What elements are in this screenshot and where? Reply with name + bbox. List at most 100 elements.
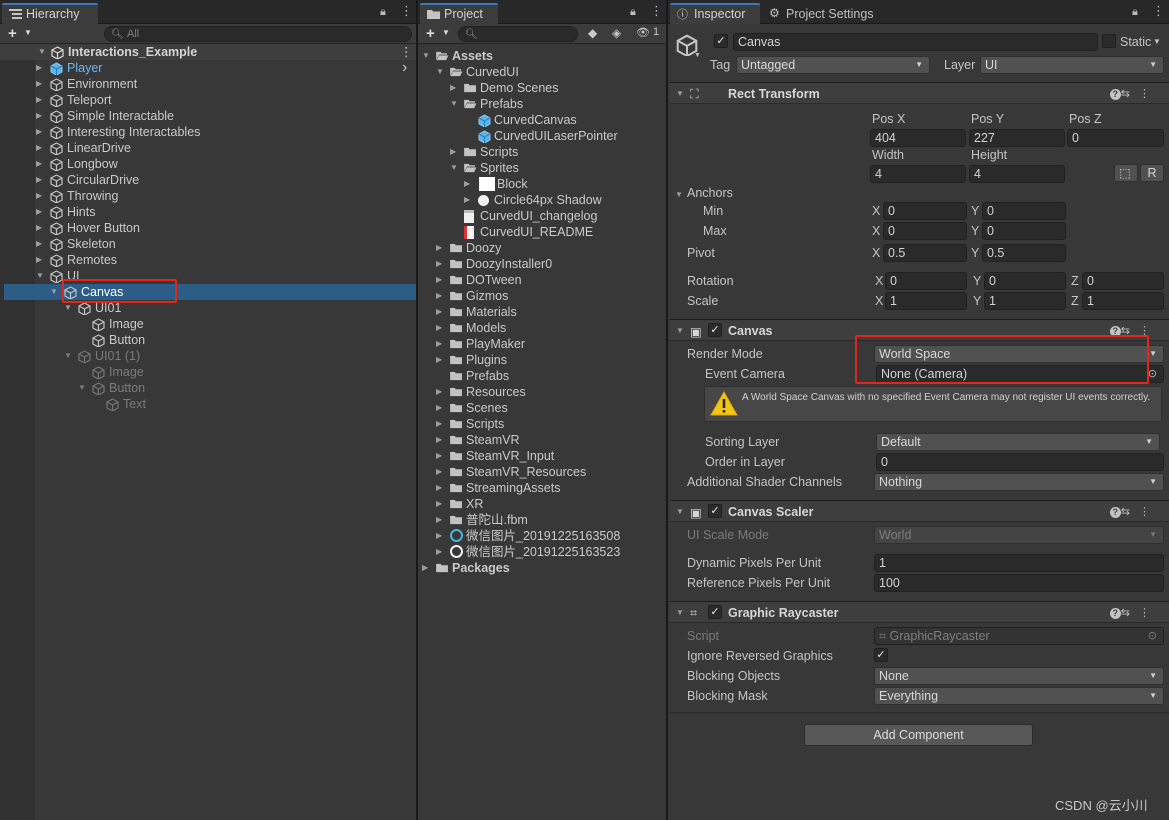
canvas-enabled-checkbox[interactable]: ✓ — [708, 323, 722, 337]
project-item[interactable]: CurvedUI_README — [418, 224, 666, 240]
blocking-objects-dropdown[interactable]: None ▼ — [874, 667, 1164, 685]
dynamic-pixels-field[interactable]: 1 — [874, 554, 1164, 572]
raycaster-enabled-checkbox[interactable]: ✓ — [708, 605, 722, 619]
expand-arrow-icon[interactable]: ▶ — [36, 92, 42, 108]
scene-row[interactable]: ▼ Interactions_Example ⋮ — [0, 44, 416, 60]
ignore-reversed-checkbox[interactable]: ✓ — [874, 648, 888, 662]
order-in-layer-field[interactable]: 0 — [876, 453, 1164, 471]
expand-arrow-icon[interactable]: ▼ — [78, 380, 86, 396]
project-item[interactable]: ▶ Gizmos — [418, 288, 666, 304]
hierarchy-item[interactable]: ▶ Hints — [0, 204, 416, 220]
hierarchy-item[interactable]: ▶ LinearDrive — [0, 140, 416, 156]
expand-arrow-icon[interactable]: ▼ — [36, 268, 44, 284]
expand-arrow-icon[interactable]: ▶ — [36, 124, 42, 140]
project-item[interactable]: ▶ XR — [418, 496, 666, 512]
filter-label-icon[interactable]: ◈ — [612, 26, 621, 40]
expand-arrow-icon[interactable]: ▶ — [422, 560, 428, 576]
expand-arrow-icon[interactable]: ▶ — [450, 80, 456, 96]
help-icon[interactable]: ? — [1109, 608, 1121, 619]
expand-arrow-icon[interactable]: ▼ — [50, 284, 58, 300]
hierarchy-item[interactable]: ▶ Environment — [0, 76, 416, 92]
scale-z-field[interactable]: 1 — [1082, 292, 1164, 310]
canvas-scaler-enabled-checkbox[interactable]: ✓ — [708, 504, 722, 518]
graphic-raycaster-header[interactable]: ▼ ⌗ ✓ Graphic Raycaster ? ⇆⋮ — [670, 601, 1169, 623]
component-header-icons[interactable]: ? ⇆⋮ — [1109, 606, 1159, 619]
hierarchy-item[interactable]: ▶ Player › — [0, 60, 416, 76]
expand-arrow-icon[interactable]: ▶ — [36, 76, 42, 92]
add-icon[interactable]: + — [426, 25, 435, 42]
hierarchy-item[interactable]: Image — [0, 316, 416, 332]
expand-arrow-icon[interactable]: ▶ — [436, 544, 442, 560]
kebab-menu-icon[interactable]: ⋮ — [1152, 3, 1165, 19]
expand-arrow-icon[interactable]: ▶ — [36, 172, 42, 188]
pos-z-field[interactable]: 0 — [1067, 129, 1164, 147]
raw-edit-button[interactable]: R — [1140, 164, 1164, 182]
expand-arrow-icon[interactable]: ▶ — [436, 496, 442, 512]
project-item[interactable]: CurvedUILaserPointer — [418, 128, 666, 144]
project-item[interactable]: ▼ Sprites — [418, 160, 666, 176]
expand-arrow-icon[interactable]: ▶ — [36, 236, 42, 252]
expand-arrow-icon[interactable]: ▶ — [436, 464, 442, 480]
project-item[interactable]: ▶ DoozyInstaller0 — [418, 256, 666, 272]
collapse-arrow-icon[interactable]: ▼ — [676, 326, 684, 335]
expand-arrow-icon[interactable]: ▶ — [36, 204, 42, 220]
project-search-input[interactable]: 🔍︎ — [458, 26, 578, 42]
anchor-max-x-field[interactable]: 0 — [883, 222, 967, 240]
help-icon[interactable]: ? — [1109, 89, 1121, 100]
project-item[interactable]: ▶ 微信图片_20191225163508 — [418, 528, 666, 544]
rect-transform-header[interactable]: ▼ ⛶ Rect Transform ? ⇆⋮ — [670, 82, 1169, 104]
collapse-arrow-icon[interactable]: ▼ — [676, 608, 684, 617]
project-item[interactable]: ▶ 微信图片_20191225163523 — [418, 544, 666, 560]
project-item[interactable]: ▶ Block — [418, 176, 666, 192]
expand-arrow-icon[interactable]: ▶ — [36, 252, 42, 268]
expand-arrow-icon[interactable]: ▶ — [436, 288, 442, 304]
chevron-right-icon[interactable]: › — [402, 60, 407, 76]
add-icon[interactable]: + — [8, 25, 17, 42]
project-item[interactable]: ▶ Scenes — [418, 400, 666, 416]
project-item[interactable]: ▶ DOTween — [418, 272, 666, 288]
component-header-icons[interactable]: ? ⇆⋮ — [1109, 87, 1159, 100]
project-item[interactable]: ▼ Prefabs — [418, 96, 666, 112]
hierarchy-item[interactable]: ▶ Interesting Interactables — [0, 124, 416, 140]
expand-arrow-icon[interactable]: ▶ — [36, 108, 42, 124]
project-item[interactable]: ▶ Doozy — [418, 240, 666, 256]
project-item[interactable]: ▶ Models — [418, 320, 666, 336]
expand-arrow-icon[interactable]: ▶ — [436, 400, 442, 416]
anchor-max-y-field[interactable]: 0 — [982, 222, 1066, 240]
hierarchy-item[interactable]: Image — [0, 364, 416, 380]
expand-arrow-icon[interactable]: ▶ — [436, 432, 442, 448]
height-field[interactable]: 4 — [969, 165, 1065, 183]
pos-x-field[interactable]: 404 — [870, 129, 966, 147]
project-item[interactable]: ▼ Assets — [418, 48, 666, 64]
expand-arrow-icon[interactable]: ▼ — [38, 44, 46, 60]
project-item[interactable]: ▶ PlayMaker — [418, 336, 666, 352]
component-header-icons[interactable]: ? ⇆⋮ — [1109, 505, 1159, 518]
expand-arrow-icon[interactable]: ▶ — [436, 480, 442, 496]
dropdown-arrow-icon[interactable]: ▼ — [442, 28, 450, 37]
expand-arrow-icon[interactable]: ▶ — [436, 304, 442, 320]
hierarchy-item[interactable]: ▶ Throwing — [0, 188, 416, 204]
hierarchy-item[interactable]: ▼ Button — [0, 380, 416, 396]
collapse-arrow-icon[interactable]: ▼ — [676, 507, 684, 516]
rotation-x-field[interactable]: 0 — [885, 272, 967, 290]
layer-dropdown[interactable]: UI ▼ — [980, 56, 1164, 74]
blocking-mask-dropdown[interactable]: Everything ▼ — [874, 687, 1164, 705]
hierarchy-item[interactable]: Button — [0, 332, 416, 348]
tab-hierarchy[interactable]: Hierarchy — [2, 3, 98, 24]
lock-icon[interactable]: 🔒︎ — [630, 6, 636, 19]
project-item[interactable]: ▶ SteamVR_Input — [418, 448, 666, 464]
expand-arrow-icon[interactable]: ▶ — [450, 144, 456, 160]
hierarchy-item[interactable]: ▶ CircularDrive — [0, 172, 416, 188]
project-item[interactable]: ▶ Resources — [418, 384, 666, 400]
project-item[interactable]: ▶ SteamVR — [418, 432, 666, 448]
hierarchy-item[interactable]: Text — [0, 396, 416, 412]
hierarchy-item[interactable]: ▶ Hover Button — [0, 220, 416, 236]
reference-pixels-field[interactable]: 100 — [874, 574, 1164, 592]
project-item[interactable]: ▼ CurvedUI — [418, 64, 666, 80]
project-item[interactable]: ▶ Packages — [418, 560, 666, 576]
object-picker-icon[interactable]: ⊙ — [1148, 366, 1157, 382]
project-item[interactable]: ▶ StreamingAssets — [418, 480, 666, 496]
project-item[interactable]: CurvedUI_changelog — [418, 208, 666, 224]
prefab-dropdown-icon[interactable]: ▼ — [694, 52, 701, 59]
pivot-x-field[interactable]: 0.5 — [883, 244, 967, 262]
